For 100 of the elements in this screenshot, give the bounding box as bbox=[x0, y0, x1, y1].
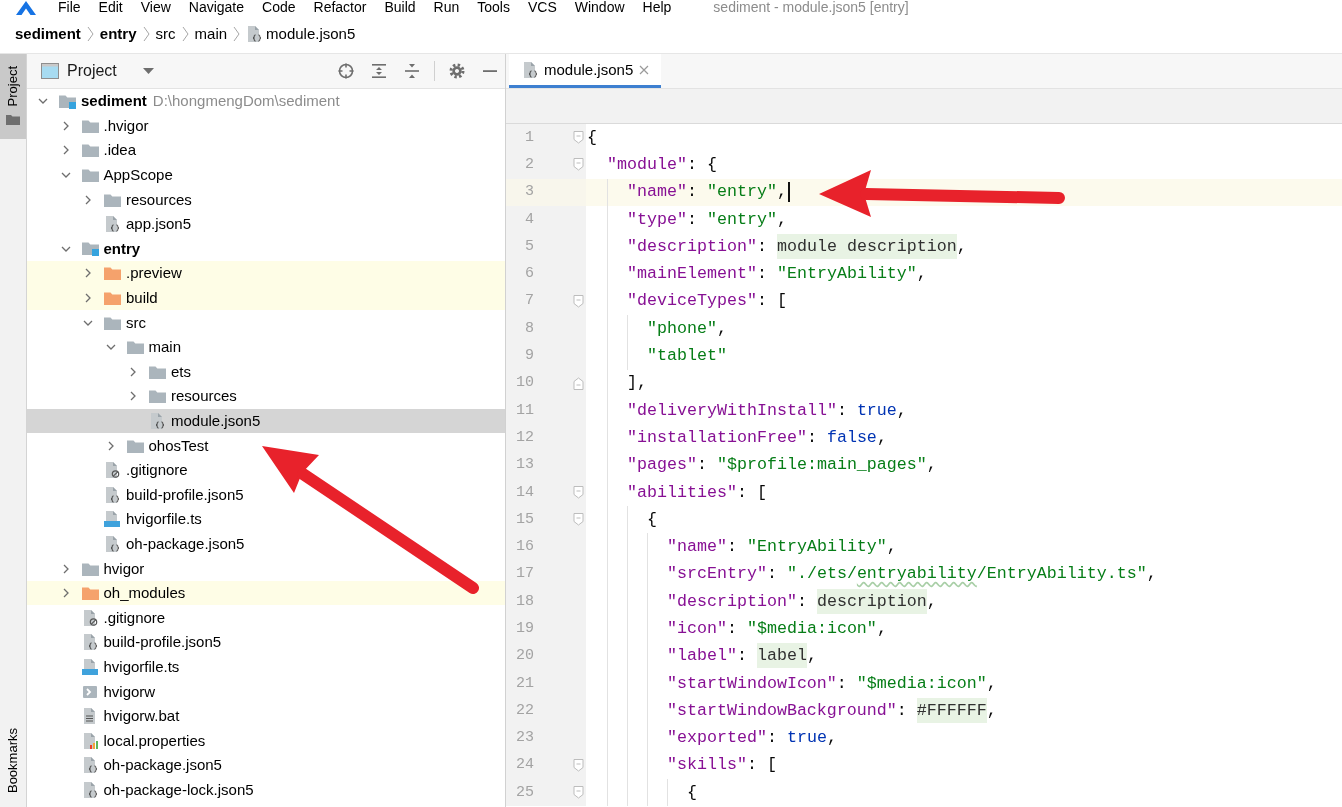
json-file-icon bbox=[104, 486, 120, 503]
menu-item[interactable]: Code bbox=[262, 0, 296, 15]
tool-window-tab[interactable]: Project bbox=[0, 54, 26, 140]
menu-item[interactable]: Window bbox=[574, 0, 625, 15]
line-number: 17 bbox=[515, 565, 534, 584]
tree-item[interactable]: app.json5 bbox=[27, 211, 505, 237]
tool-window-tab[interactable]: Bookmarks bbox=[0, 715, 26, 807]
tree-item[interactable]: .gitignore bbox=[27, 605, 505, 631]
fold-marker-icon[interactable] bbox=[573, 294, 584, 308]
tree-item[interactable]: oh-package-lock.json5 bbox=[27, 777, 505, 803]
tree-item[interactable]: module.json5 bbox=[27, 408, 505, 434]
tree-item[interactable]: .idea bbox=[27, 138, 505, 163]
tree-item[interactable]: oh_modules bbox=[27, 580, 505, 606]
json-file-icon bbox=[149, 413, 165, 429]
code-line: "name": "entry", bbox=[626, 182, 787, 203]
menu-item[interactable]: Tools bbox=[477, 0, 510, 15]
line-number: 4 bbox=[524, 210, 534, 229]
tree-item[interactable]: oh-package.json5 bbox=[27, 753, 505, 778]
code-line: "module": { bbox=[607, 154, 717, 175]
module-folder-icon bbox=[81, 241, 99, 257]
tree-item[interactable]: hvigor bbox=[27, 556, 505, 581]
folder-icon bbox=[126, 340, 144, 355]
close-icon[interactable] bbox=[639, 64, 650, 75]
code-line: "deviceTypes": [ bbox=[626, 291, 787, 312]
tree-item[interactable]: sediment D:\hongmengDom\sediment bbox=[27, 89, 505, 114]
collapse-all-icon[interactable] bbox=[404, 63, 420, 79]
tree-item[interactable]: build-profile.json5 bbox=[27, 482, 505, 508]
tree-item[interactable]: resources bbox=[27, 187, 505, 212]
menu-item[interactable]: Edit bbox=[98, 0, 123, 15]
line-number: 2 bbox=[524, 155, 534, 174]
tree-item[interactable]: hvigorw.bat bbox=[27, 703, 505, 729]
path-text: D:\hongmengDom\sediment bbox=[152, 92, 340, 111]
line-number: 22 bbox=[515, 701, 534, 720]
folder-icon bbox=[149, 364, 166, 379]
json-file-icon bbox=[522, 61, 538, 78]
tree-item[interactable]: AppScope bbox=[27, 162, 505, 188]
folder-icon bbox=[81, 118, 99, 133]
view-dropdown[interactable]: Project bbox=[41, 61, 154, 81]
fold-marker-icon[interactable] bbox=[573, 131, 584, 145]
tree-item[interactable]: local.properties bbox=[27, 728, 505, 754]
fold-marker-icon[interactable] bbox=[573, 513, 584, 527]
chevron-right-icon bbox=[181, 26, 189, 42]
logo-icon bbox=[16, 0, 36, 15]
expand-all-icon[interactable] bbox=[371, 63, 387, 79]
line-number: 15 bbox=[515, 510, 534, 529]
line-number: 18 bbox=[515, 592, 534, 611]
tree-item[interactable]: main bbox=[27, 334, 505, 360]
line-number: 13 bbox=[515, 456, 534, 475]
tree-item[interactable]: src bbox=[27, 310, 505, 335]
breadcrumb-item[interactable]: src bbox=[155, 25, 176, 43]
tree-item[interactable]: oh-package.json5 bbox=[27, 531, 505, 557]
breadcrumb-item[interactable]: entry bbox=[99, 25, 137, 43]
folder-icon bbox=[104, 266, 121, 281]
fold-marker-icon[interactable] bbox=[573, 158, 584, 172]
menu-item[interactable]: View bbox=[140, 0, 171, 15]
code-line: "tablet" bbox=[646, 346, 727, 366]
folder-icon bbox=[6, 114, 20, 126]
settings-icon[interactable] bbox=[449, 63, 465, 79]
line-number: 25 bbox=[515, 783, 534, 802]
menu-item[interactable]: Navigate bbox=[188, 0, 245, 15]
line-number: 11 bbox=[515, 401, 534, 420]
tree-item[interactable]: build bbox=[27, 285, 505, 311]
fold-marker-icon[interactable] bbox=[573, 786, 584, 800]
menu-item[interactable]: File bbox=[58, 0, 81, 15]
module-folder-icon bbox=[59, 93, 76, 109]
breadcrumb-item[interactable]: sediment bbox=[15, 25, 81, 43]
tree-item[interactable]: entry bbox=[27, 236, 505, 262]
tree-item[interactable]: build-profile.json5 bbox=[27, 630, 505, 655]
menu-item[interactable]: Refactor bbox=[313, 0, 367, 15]
window-title: sediment - module.json5 [entry] bbox=[713, 0, 909, 15]
chevron-right-icon bbox=[233, 26, 241, 42]
tree-item[interactable]: hvigorfile.ts bbox=[27, 507, 505, 532]
menu-item[interactable]: Help bbox=[642, 0, 672, 15]
breadcrumb-item[interactable]: main bbox=[194, 25, 228, 43]
code-line: { bbox=[587, 127, 597, 148]
line-number: 8 bbox=[524, 319, 534, 338]
fold-marker-icon[interactable] bbox=[573, 486, 584, 499]
tree-item[interactable]: ets bbox=[27, 359, 505, 385]
tree-item[interactable]: resources bbox=[27, 384, 505, 409]
breadcrumb-item[interactable]: module.json5 bbox=[266, 25, 356, 43]
folder-icon bbox=[104, 315, 121, 330]
tree-item[interactable]: .preview bbox=[27, 261, 505, 286]
tree-item[interactable]: ohosTest bbox=[27, 433, 505, 458]
tree-item[interactable]: .gitignore bbox=[27, 457, 505, 483]
ts-file-icon bbox=[104, 511, 120, 528]
code-line: "srcEntry": "./ets/entryability/EntryAbility.ts", bbox=[666, 564, 1157, 585]
menu-item[interactable]: Build bbox=[384, 0, 416, 15]
chevron-right-icon bbox=[142, 26, 150, 42]
tree-item[interactable]: .hvigor bbox=[27, 113, 505, 139]
fold-marker-icon[interactable] bbox=[573, 376, 584, 390]
crosshair-icon[interactable] bbox=[338, 63, 354, 79]
editor-tab[interactable]: module.json5 bbox=[509, 54, 662, 88]
menu-item[interactable]: VCS bbox=[527, 0, 557, 15]
tree-item[interactable]: hvigorw bbox=[27, 679, 505, 704]
menu-item[interactable]: Run bbox=[433, 0, 460, 15]
folder-icon bbox=[126, 438, 144, 453]
fold-marker-icon[interactable] bbox=[573, 758, 584, 772]
line-number: 9 bbox=[524, 347, 534, 365]
json-file-icon bbox=[246, 26, 263, 42]
tree-item[interactable]: hvigorfile.ts bbox=[27, 654, 505, 680]
